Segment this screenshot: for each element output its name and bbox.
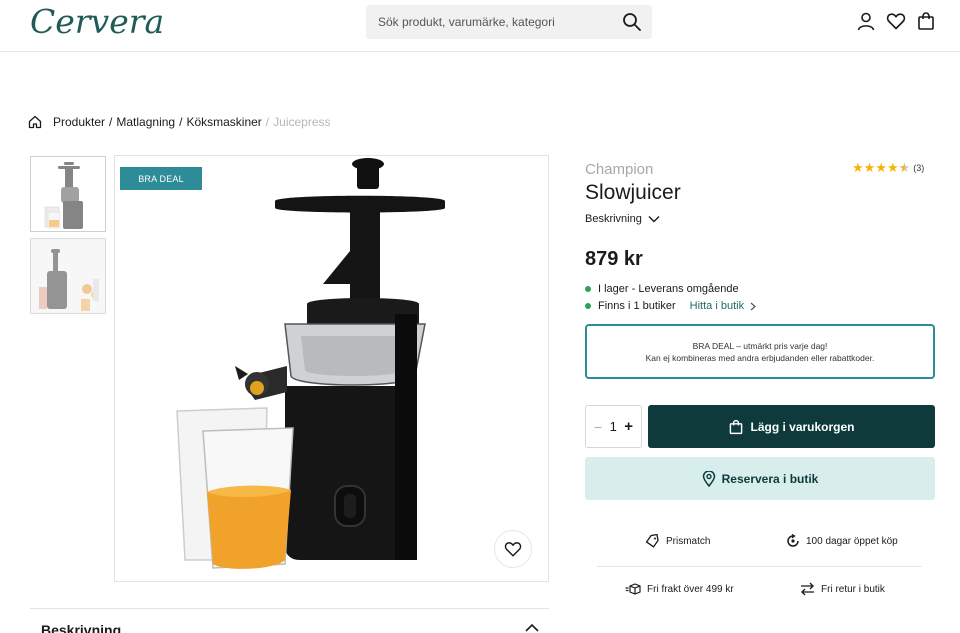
quantity-increase-button[interactable]: +	[624, 418, 633, 435]
usp-open-purchase: 100 dagar öppet köp	[786, 534, 898, 548]
heart-icon[interactable]	[886, 11, 906, 31]
breadcrumb-separator: /	[179, 115, 183, 129]
add-to-cart-label: Lägg i varukorgen	[750, 419, 855, 434]
home-icon[interactable]	[28, 115, 42, 129]
breadcrumb-item-produkter[interactable]: Produkter	[53, 115, 105, 129]
chevron-right-icon	[750, 302, 756, 310]
swap-arrows-icon	[801, 582, 814, 596]
star-icon: ★	[852, 160, 864, 175]
wishlist-button[interactable]	[494, 530, 532, 568]
usp-divider	[597, 566, 922, 567]
usp-price-match-text: Prismatch	[666, 536, 711, 547]
description-accordion[interactable]: Beskrivning	[30, 608, 549, 633]
chevron-up-icon	[525, 623, 539, 632]
site-header: Cervera Sök produkt, varumärke, kategori	[0, 0, 960, 52]
product-rating[interactable]: ★ ★ ★ ★ ★ (3)	[852, 161, 924, 175]
in-stock-dot-icon	[585, 286, 591, 292]
delivery-box-icon	[625, 583, 641, 595]
quantity-value[interactable]: 1	[610, 419, 617, 434]
deal-info-box: BRA DEAL – utmärkt pris varje dag! Kan e…	[585, 324, 935, 379]
usp-free-return: Fri retur i butik	[800, 582, 885, 596]
deal-info-line-2: Kan ej kombineras med andra erbjudanden …	[645, 352, 875, 363]
product-brand[interactable]: Champion	[585, 161, 653, 178]
account-icon[interactable]	[856, 11, 876, 31]
add-to-cart-button[interactable]: Lägg i varukorgen	[648, 405, 935, 448]
product-main-image[interactable]: BRA DEAL	[114, 155, 549, 582]
half-star-icon: ★	[898, 160, 911, 175]
deal-info-line-1: BRA DEAL – utmärkt pris varje dag!	[692, 340, 828, 351]
stock-status: I lager - Leverans omgående	[585, 283, 739, 295]
return-cycle-icon	[787, 534, 799, 547]
reserve-in-store-label: Reservera i butik	[721, 471, 819, 486]
usp-free-shipping: Fri frakt över 499 kr	[625, 582, 734, 596]
accordion-title: Beskrivning	[41, 622, 122, 633]
product-price: 879 kr	[585, 248, 643, 270]
breadcrumb-item-matlagning[interactable]: Matlagning	[116, 115, 175, 129]
breadcrumb: Produkter / Matlagning / Köksmaskiner / …	[28, 114, 331, 130]
in-stock-dot-icon	[585, 303, 591, 309]
search-input[interactable]: Sök produkt, varumärke, kategori	[366, 5, 652, 39]
find-in-store-link[interactable]: Hitta i butik	[690, 300, 756, 312]
heart-icon	[504, 542, 522, 557]
find-in-store-label: Hitta i butik	[689, 300, 745, 312]
reserve-in-store-button[interactable]: Reservera i butik	[585, 457, 935, 500]
cervera-logo[interactable]: Cervera	[30, 2, 164, 41]
breadcrumb-current: Juicepress	[273, 115, 331, 129]
juicer-thumbnail-image	[44, 162, 83, 229]
description-toggle-label: Beskrivning	[585, 213, 642, 225]
search-icon[interactable]	[622, 12, 642, 32]
usp-free-return-text: Fri retur i butik	[821, 583, 885, 595]
juicer-lifestyle-thumbnail-image	[31, 239, 105, 313]
breadcrumb-item-koksmaskiner[interactable]: Köksmaskiner	[186, 115, 261, 129]
breadcrumb-separator: /	[265, 115, 270, 129]
product-title: Slowjuicer	[585, 181, 681, 204]
quantity-stepper[interactable]: − 1 +	[585, 405, 642, 448]
price-tag-icon	[645, 534, 659, 548]
usp-free-shipping-text: Fri frakt över 499 kr	[647, 583, 734, 595]
bag-icon[interactable]	[916, 11, 936, 31]
location-pin-icon	[702, 470, 715, 487]
star-icon: ★	[886, 160, 899, 175]
star-icon: ★	[875, 160, 887, 175]
bag-icon	[730, 419, 743, 434]
thumbnail-1[interactable]	[30, 156, 106, 232]
usp-open-purchase-text: 100 dagar öppet köp	[806, 535, 898, 547]
description-toggle[interactable]: Beskrivning	[585, 213, 660, 225]
rating-count: (3)	[913, 163, 925, 173]
stock-status-text: I lager - Leverans omgående	[598, 283, 739, 295]
breadcrumb-separator: /	[109, 115, 113, 129]
store-availability-text: Finns i 1 butiker	[598, 300, 676, 312]
store-availability: Finns i 1 butiker Hitta i butik	[585, 300, 756, 312]
chevron-down-icon	[648, 216, 660, 223]
quantity-decrease-button[interactable]: −	[594, 419, 602, 435]
slowjuicer-product-image	[176, 158, 445, 569]
search-placeholder: Sök produkt, varumärke, kategori	[378, 15, 555, 29]
star-icon: ★	[863, 160, 876, 175]
thumbnail-2[interactable]	[30, 238, 106, 314]
usp-price-match: Prismatch	[645, 534, 710, 549]
